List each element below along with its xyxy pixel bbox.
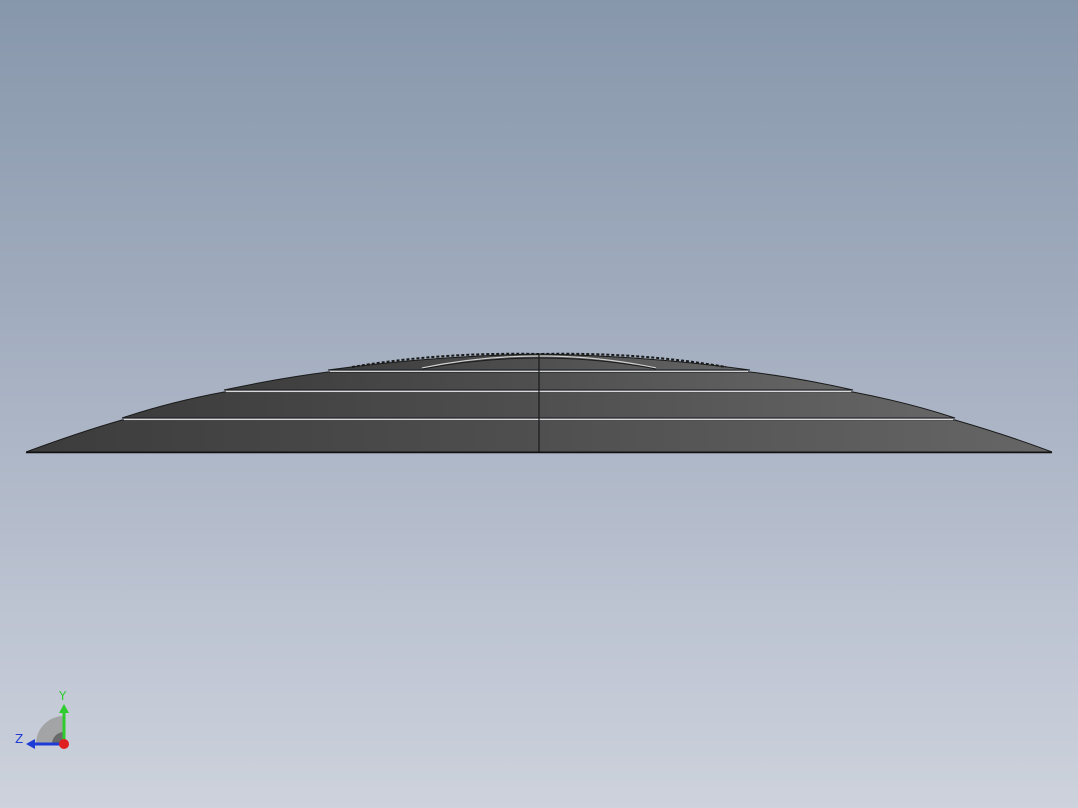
graphics-viewport[interactable]: Y Z: [0, 0, 1078, 808]
z-axis-arrow: [26, 739, 35, 749]
axis-triad[interactable]: Y Z: [10, 686, 80, 756]
y-axis-label: Y: [58, 689, 67, 703]
y-axis-arrow: [59, 704, 69, 713]
3d-model-view[interactable]: [0, 0, 1078, 808]
z-axis-label: Z: [15, 732, 23, 746]
x-axis-dot: [59, 739, 69, 749]
